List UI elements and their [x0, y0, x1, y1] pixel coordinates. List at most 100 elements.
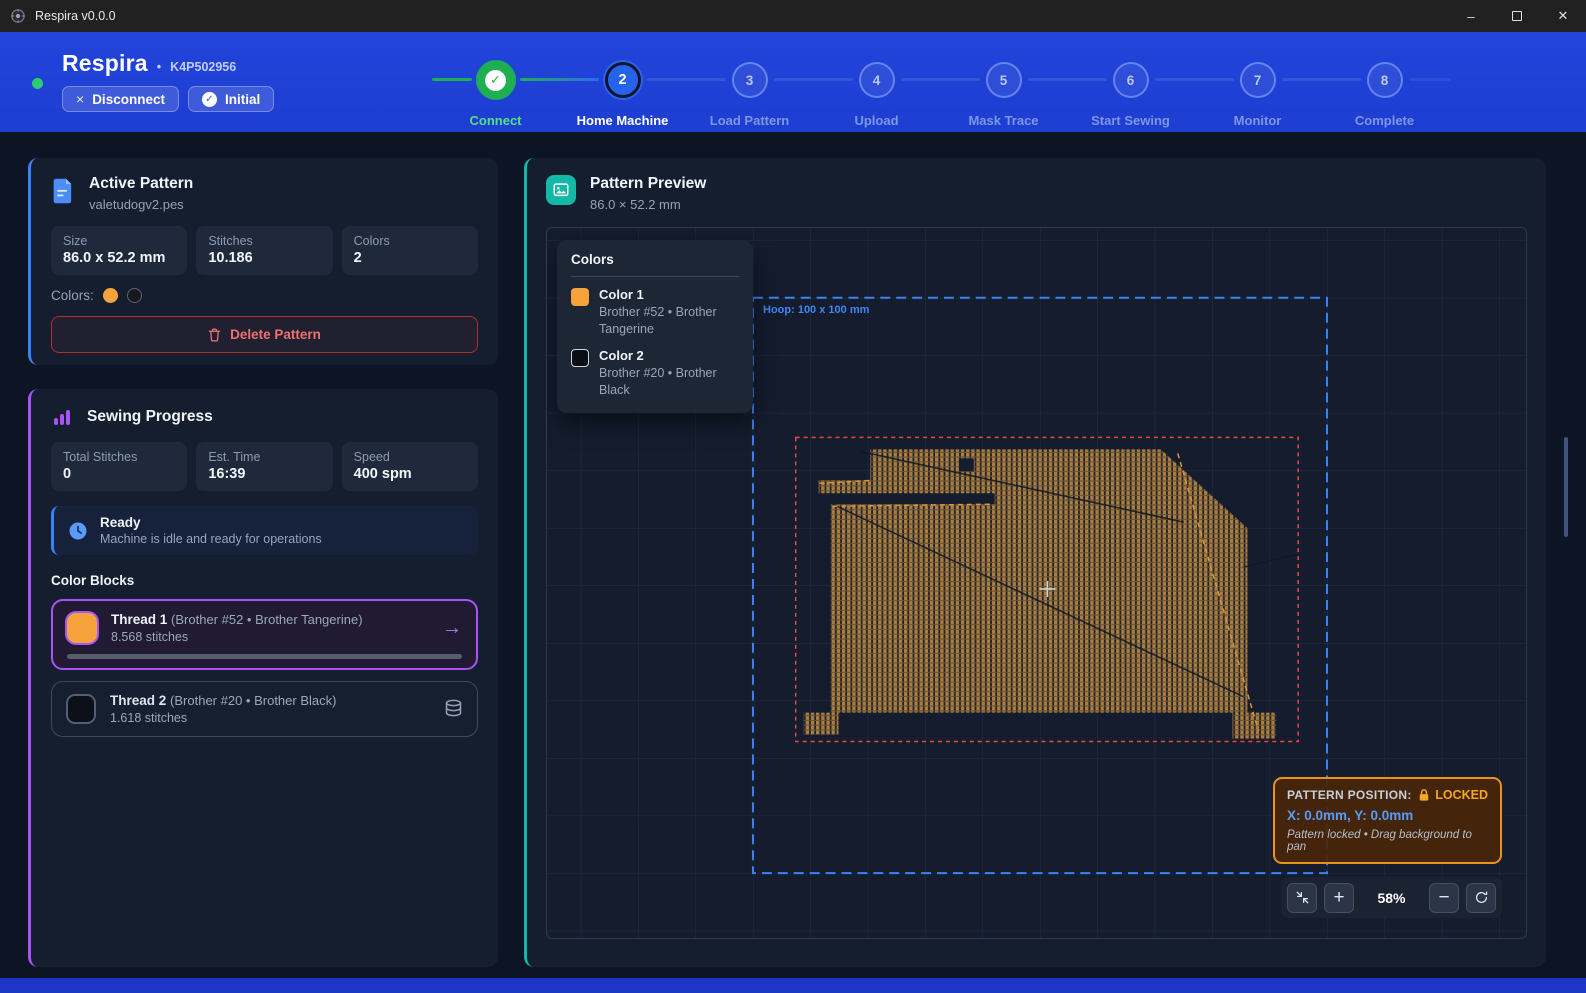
locked-badge: LOCKED [1435, 788, 1488, 802]
position-title: PATTERN POSITION: [1287, 788, 1412, 802]
connection-status-dot [32, 78, 43, 89]
zoom-out-button[interactable]: − [1429, 883, 1459, 913]
step-circle: 8 [1367, 62, 1403, 98]
app-header: Respira • K4P502956 × Disconnect ✓ Initi… [0, 32, 1586, 132]
clock-icon [68, 521, 88, 541]
maximize-icon [1512, 11, 1522, 21]
arrow-right-icon: → [442, 618, 462, 638]
check-circle-icon: ✓ [202, 92, 217, 107]
workflow-stepper: ✓ Connect 2 Home Machine 3 Load Pattern … [432, 32, 1448, 132]
machine-status-banner: Ready Machine is idle and ready for oper… [51, 506, 478, 555]
hoop-size-label: Hoop: 100 x 100 mm [763, 304, 869, 316]
pattern-dimensions: 86.0 × 52.2 mm [590, 197, 706, 212]
zoom-toolbar: + 58% − [1281, 877, 1502, 918]
stat-size: Size 86.0 x 52.2 mm [51, 226, 187, 275]
zoom-level: 58% [1361, 890, 1422, 906]
step-label: Connect [470, 113, 522, 128]
plus-icon: + [1333, 887, 1344, 909]
sewing-progress-title: Sewing Progress [87, 408, 213, 426]
delete-pattern-button[interactable]: Delete Pattern [51, 316, 478, 353]
titlebar: Respira v0.0.0 – ✕ [0, 0, 1586, 32]
step-circle: 6 [1113, 62, 1149, 98]
lock-icon [1418, 788, 1430, 802]
stat-stitches: Stitches 10.186 [196, 226, 332, 275]
step-label: Load Pattern [710, 113, 789, 128]
close-button[interactable]: ✕ [1540, 0, 1586, 32]
stat-colors: Colors 2 [342, 226, 478, 275]
preview-canvas[interactable]: Hoop: 100 x 100 mm Colors Color 1 Brothe… [546, 227, 1527, 939]
thread-block-1[interactable]: Thread 1 (Brother #52 • Brother Tangerin… [51, 599, 478, 670]
pattern-position-overlay: PATTERN POSITION: LOCKED X: 0.0mm, Y: 0.… [1273, 777, 1502, 864]
step-circle: 5 [986, 62, 1022, 98]
step-mask-trace[interactable]: 5 Mask Trace [940, 32, 1067, 132]
step-circle: 7 [1240, 62, 1276, 98]
thread-1-swatch [67, 613, 97, 643]
pattern-preview-card: Pattern Preview 86.0 × 52.2 mm [524, 158, 1546, 967]
stat-est-time: Est. Time 16:39 [196, 442, 332, 491]
status-text: Machine is idle and ready for operations [100, 532, 322, 546]
thread-1-progress-track [67, 654, 462, 659]
step-label: Start Sewing [1091, 113, 1170, 128]
trash-icon [208, 328, 221, 342]
app-window: Respira v0.0.0 – ✕ Respira • K4P502956 ×… [0, 0, 1586, 993]
step-active-circle: 2 [605, 62, 641, 98]
color-swatch-black [127, 288, 142, 303]
disconnect-button[interactable]: × Disconnect [62, 86, 179, 112]
color-1-item: Color 1 Brother #52 • Brother Tangerine [571, 287, 739, 338]
colors-panel-title: Colors [571, 252, 739, 267]
database-icon [444, 699, 463, 719]
thread-block-2[interactable]: Thread 2 (Brother #20 • Brother Black) 1… [51, 681, 478, 737]
step-label: Complete [1355, 113, 1414, 128]
maximize-button[interactable] [1494, 0, 1540, 32]
reset-view-button[interactable] [1466, 883, 1496, 913]
step-label: Home Machine [577, 113, 669, 128]
step-upload[interactable]: 4 Upload [813, 32, 940, 132]
minimize-button[interactable]: – [1448, 0, 1494, 32]
divider [571, 276, 739, 277]
colors-panel: Colors Color 1 Brother #52 • Brother Tan… [557, 240, 753, 413]
initial-button[interactable]: ✓ Initial [188, 86, 274, 112]
sewing-progress-card: Sewing Progress Total Stitches 0 Est. Ti… [28, 389, 498, 967]
zoom-in-button[interactable]: + [1324, 883, 1354, 913]
position-coordinates: X: 0.0mm, Y: 0.0mm [1287, 808, 1488, 823]
pattern-preview-title: Pattern Preview [590, 175, 706, 193]
active-pattern-title: Active Pattern [89, 175, 193, 193]
step-label: Upload [854, 113, 898, 128]
colors-label: Colors: [51, 288, 94, 303]
check-icon: ✓ [485, 70, 506, 91]
step-connect[interactable]: ✓ Connect [432, 32, 559, 132]
machine-serial: K4P502956 [170, 60, 236, 74]
x-icon: × [76, 91, 84, 107]
color-1-swatch [571, 288, 589, 306]
step-label: Monitor [1234, 113, 1282, 128]
thread-1-stitches: 8.568 stitches [111, 630, 428, 644]
app-icon [10, 8, 26, 24]
active-pattern-card: Active Pattern valetudogv2.pes Size 86.0… [28, 158, 498, 365]
color-2-swatch [571, 349, 589, 367]
document-icon [51, 177, 75, 205]
window-title: Respira v0.0.0 [35, 9, 116, 23]
stepper-tail-line [1409, 78, 1451, 81]
color-2-item: Color 2 Brother #20 • Brother Black [571, 348, 739, 399]
step-circle: 3 [732, 62, 768, 98]
step-monitor[interactable]: 7 Monitor [1194, 32, 1321, 132]
position-hint: Pattern locked • Drag background to pan [1287, 829, 1488, 853]
pattern-filename: valetudogv2.pes [89, 197, 193, 212]
thread-2-swatch [66, 694, 96, 724]
stat-total-stitches: Total Stitches 0 [51, 442, 187, 491]
thread-2-stitches: 1.618 stitches [110, 711, 430, 725]
step-load-pattern[interactable]: 3 Load Pattern [686, 32, 813, 132]
color-blocks-heading: Color Blocks [51, 573, 478, 588]
bullet-separator: • [157, 60, 161, 74]
status-title: Ready [100, 515, 322, 530]
step-home-machine[interactable]: 2 Home Machine [559, 32, 686, 132]
stat-speed: Speed 400 spm [342, 442, 478, 491]
color-swatch-orange [103, 288, 118, 303]
minus-icon: − [1438, 887, 1449, 909]
step-complete[interactable]: 8 Complete [1321, 32, 1448, 132]
scrollbar-thumb[interactable] [1564, 437, 1568, 537]
fit-to-view-button[interactable] [1287, 883, 1317, 913]
bar-chart-icon [51, 406, 73, 428]
step-start-sewing[interactable]: 6 Start Sewing [1067, 32, 1194, 132]
step-label: Mask Trace [968, 113, 1038, 128]
